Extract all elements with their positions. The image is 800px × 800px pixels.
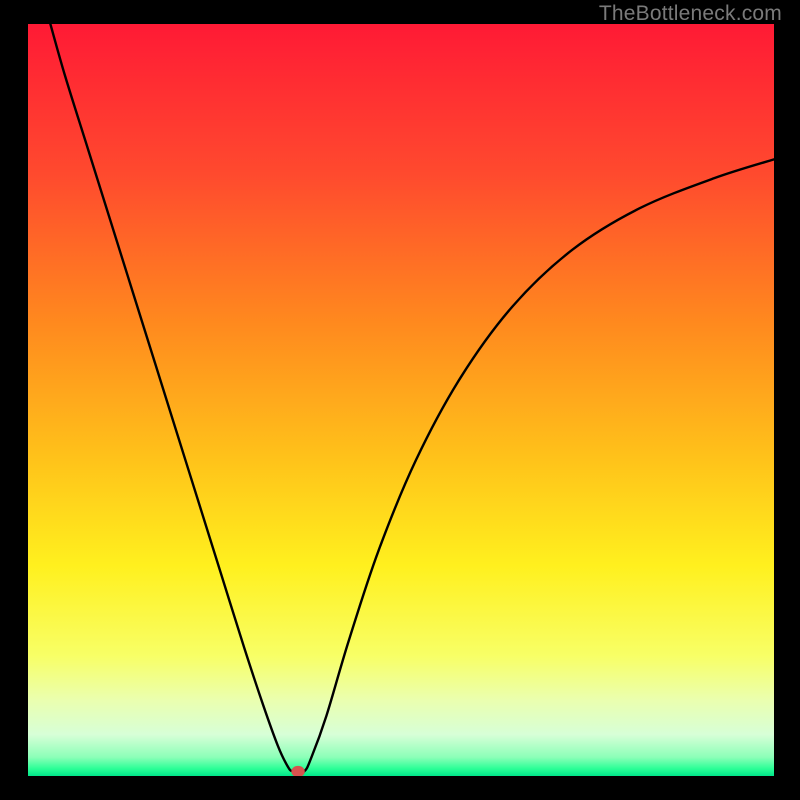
gradient-background bbox=[28, 24, 774, 776]
chart-frame bbox=[28, 24, 774, 776]
bottleneck-chart bbox=[28, 24, 774, 776]
watermark-text: TheBottleneck.com bbox=[599, 2, 782, 26]
